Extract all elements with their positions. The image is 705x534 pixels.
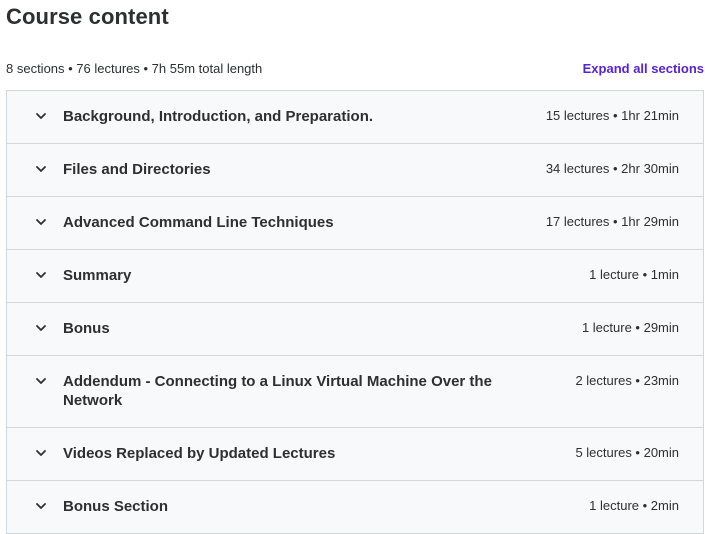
chevron-down-icon: [36, 272, 46, 278]
section-row-summary[interactable]: Summary 1 lecture • 1min: [7, 250, 703, 303]
chevron-down-icon: [36, 166, 46, 172]
section-title: Files and Directories: [63, 161, 211, 178]
section-row-bonus[interactable]: Bonus 1 lecture • 29min: [7, 303, 703, 356]
section-title: Videos Replaced by Updated Lectures: [63, 445, 336, 462]
section-meta: 15 lectures • 1hr 21min: [545, 108, 679, 123]
chevron-down-icon: [36, 378, 46, 384]
section-title: Bonus Section: [63, 498, 169, 515]
section-meta: 34 lectures • 2hr 30min: [545, 161, 679, 176]
chevron-down-icon: [36, 503, 46, 509]
section-meta: 1 lecture • 1min: [589, 267, 679, 282]
section-meta: 17 lectures • 1hr 29min: [545, 214, 679, 229]
chevron-down-icon: [36, 450, 46, 456]
section-title: Summary: [63, 267, 132, 284]
section-row-addendum[interactable]: Addendum - Connecting to a Linux Virtual…: [7, 356, 703, 428]
section-row-videos-replaced[interactable]: Videos Replaced by Updated Lectures 5 le…: [7, 428, 703, 481]
section-row-files[interactable]: Files and Directories 34 lectures • 2hr …: [7, 144, 703, 197]
section-meta: 2 lectures • 23min: [575, 373, 679, 388]
section-title: Bonus: [63, 320, 110, 337]
section-title: Background, Introduction, and Preparatio…: [63, 108, 374, 125]
chevron-down-icon: [36, 325, 46, 331]
section-row-advanced[interactable]: Advanced Command Line Techniques 17 lect…: [7, 197, 703, 250]
section-meta: 5 lectures • 20min: [575, 445, 679, 460]
sections-list: Background, Introduction, and Preparatio…: [6, 90, 704, 534]
page-title: Course content: [6, 4, 169, 29]
expand-all-sections-button[interactable]: Expand all sections: [583, 61, 704, 76]
chevron-down-icon: [36, 113, 46, 119]
course-summary: 8 sections • 76 lectures • 7h 55m total …: [6, 61, 263, 76]
section-title: Advanced Command Line Techniques: [63, 214, 334, 231]
section-meta: 1 lecture • 29min: [581, 320, 679, 335]
chevron-down-icon: [36, 219, 46, 225]
section-title: Addendum - Connecting to a Linux Virtual…: [63, 373, 492, 409]
section-row-bonus-section[interactable]: Bonus Section 1 lecture • 2min: [7, 481, 703, 534]
section-meta: 1 lecture • 2min: [589, 498, 679, 513]
section-row-background[interactable]: Background, Introduction, and Preparatio…: [7, 91, 703, 144]
